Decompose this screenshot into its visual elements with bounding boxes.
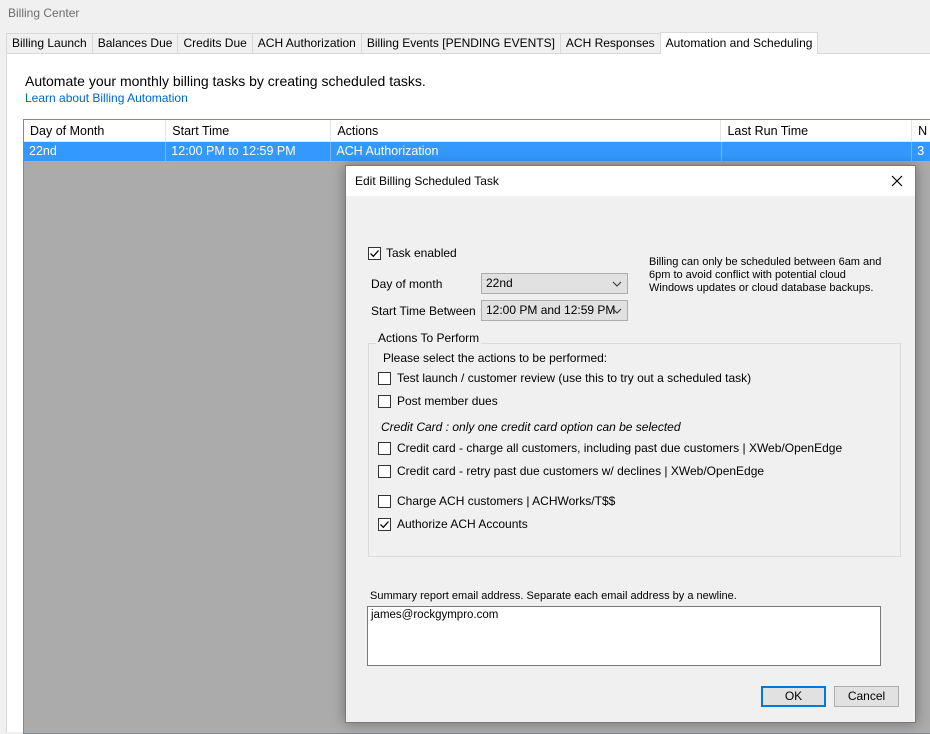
day-of-month-value: 22nd (486, 276, 513, 290)
dialog-titlebar: Edit Billing Scheduled Task (346, 166, 915, 196)
checkmark-icon (380, 521, 389, 529)
cell-last-run (722, 142, 913, 161)
dialog-title: Edit Billing Scheduled Task (355, 174, 499, 188)
edit-task-dialog: Edit Billing Scheduled Task Task enabled… (345, 165, 916, 723)
tab-strip: Billing Launch Balances Due Credits Due … (6, 32, 819, 54)
chevron-down-icon (612, 281, 622, 287)
credit-card-retry-checkbox[interactable] (378, 465, 391, 478)
post-member-dues-label: Post member dues (397, 394, 498, 408)
app-title: Billing Center (8, 6, 80, 20)
actions-instructions: Please select the actions to be performe… (383, 351, 608, 365)
test-launch-checkbox[interactable] (378, 372, 391, 385)
close-button[interactable] (885, 169, 909, 193)
grid-header: Day of Month Start Time Actions Last Run… (24, 120, 930, 142)
post-member-dues-checkbox[interactable] (378, 395, 391, 408)
email-label: Summary report email address. Separate e… (370, 590, 737, 602)
column-header-start-time[interactable]: Start Time (166, 120, 332, 142)
cell-actions: ACH Authorization (331, 142, 722, 161)
schedule-note: Billing can only be scheduled between 6a… (649, 256, 882, 294)
tab-billing-events[interactable]: Billing Events [PENDING EVENTS] (360, 33, 561, 53)
column-header-day-of-month[interactable]: Day of Month (24, 120, 167, 142)
checkmark-icon (370, 250, 379, 258)
start-time-value: 12:00 PM and 12:59 PM (486, 303, 616, 317)
tab-ach-authorization[interactable]: ACH Authorization (251, 33, 362, 53)
tab-balances-due[interactable]: Balances Due (91, 33, 179, 53)
charge-ach-label: Charge ACH customers | ACHWorks/T$$ (397, 494, 616, 508)
credit-card-note: Credit Card : only one credit card optio… (381, 420, 681, 434)
day-of-month-select[interactable]: 22nd (481, 273, 628, 294)
actions-legend: Actions To Perform (376, 331, 482, 345)
cell-start-time: 12:00 PM to 12:59 PM (166, 142, 332, 161)
chevron-down-icon (612, 308, 622, 314)
close-icon (891, 175, 903, 187)
cancel-button[interactable]: Cancel (834, 686, 899, 707)
tab-credits-due[interactable]: Credits Due (177, 33, 253, 53)
task-enabled-checkbox[interactable] (368, 247, 381, 260)
authorize-ach-label: Authorize ACH Accounts (397, 517, 528, 531)
email-textarea[interactable]: james@rockgympro.com (367, 606, 881, 666)
tab-automation-scheduling[interactable]: Automation and Scheduling (659, 32, 819, 54)
credit-card-charge-all-checkbox[interactable] (378, 442, 391, 455)
credit-card-charge-all-label: Credit card - charge all customers, incl… (397, 441, 843, 455)
start-time-select[interactable]: 12:00 PM and 12:59 PM (481, 300, 628, 321)
column-header-last-run-time[interactable]: Last Run Time (721, 120, 913, 142)
column-header-next[interactable]: N (912, 120, 930, 142)
learn-billing-automation-link[interactable]: Learn about Billing Automation (25, 91, 188, 105)
test-launch-label: Test launch / customer review (use this … (397, 371, 752, 385)
start-time-label: Start Time Between (371, 304, 476, 318)
column-header-actions[interactable]: Actions (331, 120, 722, 142)
day-of-month-label: Day of month (371, 277, 443, 291)
charge-ach-checkbox[interactable] (378, 495, 391, 508)
credit-card-retry-label: Credit card - retry past due customers w… (397, 464, 765, 478)
cell-day: 22nd (24, 142, 167, 161)
tab-billing-launch[interactable]: Billing Launch (6, 33, 93, 53)
ok-button[interactable]: OK (761, 686, 826, 707)
authorize-ach-checkbox[interactable] (378, 518, 391, 531)
cell-next: 3 (912, 142, 930, 161)
task-enabled-label: Task enabled (386, 246, 457, 260)
table-row[interactable]: 22nd 12:00 PM to 12:59 PM ACH Authorizat… (24, 142, 930, 161)
tab-ach-responses[interactable]: ACH Responses (559, 33, 661, 53)
intro-text: Automate your monthly billing tasks by c… (25, 73, 426, 89)
